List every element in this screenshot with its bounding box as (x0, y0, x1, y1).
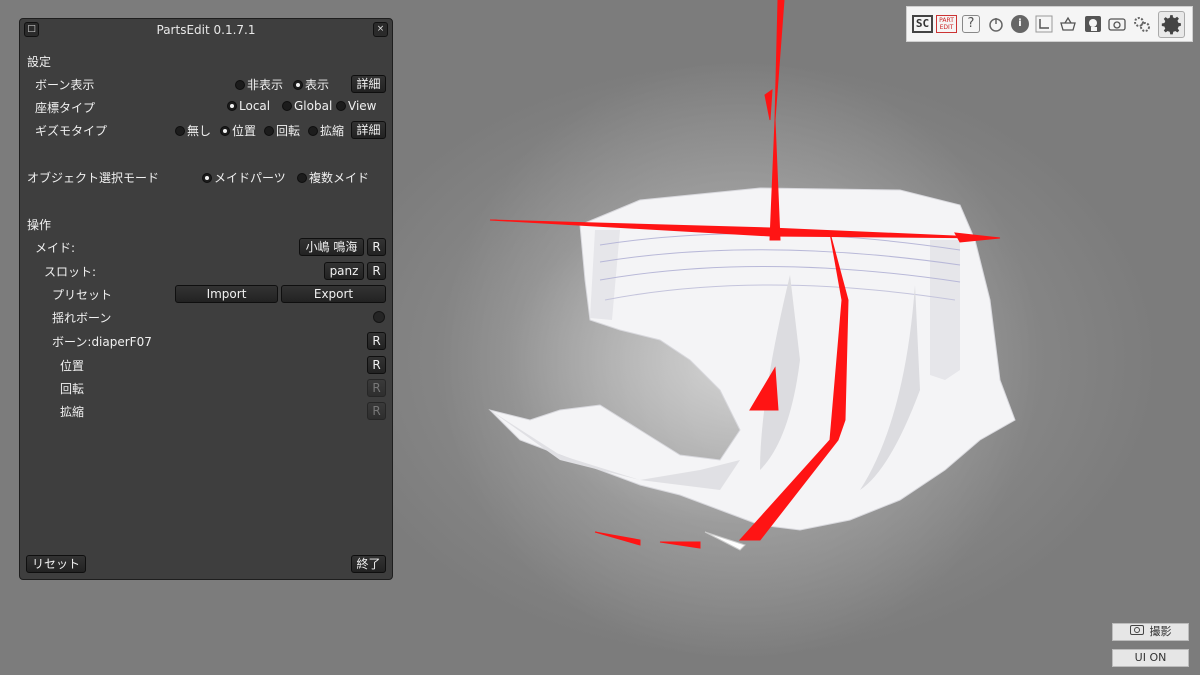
partsedit-window: □ PartsEdit 0.1.7.1 × 設定 ボーン表示 非表示 表示 詳細… (19, 18, 393, 580)
bone-reset-button[interactable]: R (367, 332, 386, 350)
top-toolbar: SC PART EDIT ? i (906, 6, 1193, 42)
maid-select-button[interactable]: 小嶋 鳴海 (299, 238, 364, 256)
radio-coord-local[interactable]: Local (227, 99, 270, 113)
bone-detail-button[interactable]: 詳細 (351, 75, 386, 93)
axis-icon[interactable] (1035, 15, 1053, 33)
window-titlebar[interactable]: □ PartsEdit 0.1.7.1 × (20, 19, 392, 41)
slot-label: スロット: (44, 265, 97, 279)
slot-reset-button[interactable]: R (367, 262, 386, 280)
import-button[interactable]: Import (175, 285, 278, 303)
bone-display-row: ボーン表示 非表示 表示 詳細 (20, 74, 392, 94)
gizmo-detail-button[interactable]: 詳細 (351, 121, 386, 139)
radio-bone-show[interactable]: 表示 (293, 76, 329, 93)
bone-label: ボーン:diaperF07 (52, 335, 152, 349)
scale-label: 拡縮 (60, 405, 85, 419)
position-label: 位置 (60, 359, 85, 373)
help-icon[interactable]: ? (962, 15, 980, 33)
maid-label: メイド: (35, 241, 76, 255)
rotation-row: 回転 R (20, 378, 392, 398)
window-title: PartsEdit 0.1.7.1 (156, 23, 256, 37)
exit-button[interactable]: 終了 (351, 555, 386, 573)
position-reset-button[interactable]: R (367, 356, 386, 374)
camera-frame-icon[interactable] (1084, 15, 1102, 33)
slot-select-button[interactable]: panz (324, 262, 364, 280)
object-select-row: オブジェクト選択モード メイドパーツ 複数メイド (20, 167, 392, 187)
camera-small-icon (1129, 624, 1144, 640)
scale-row: 拡縮 R (20, 401, 392, 421)
export-button[interactable]: Export (281, 285, 386, 303)
radio-coord-global[interactable]: Global (282, 99, 332, 113)
power-icon[interactable] (987, 15, 1005, 33)
coord-type-row: 座標タイプ Local Global View (20, 97, 392, 117)
gear-icon[interactable] (1158, 11, 1185, 38)
preset-label: プリセット (52, 288, 113, 302)
rotation-reset-button[interactable]: R (367, 379, 386, 397)
reset-all-button[interactable]: リセット (26, 555, 86, 573)
radio-gizmo-position[interactable]: 位置 (220, 122, 256, 139)
sc-icon[interactable]: SC (912, 15, 933, 33)
gizmo-type-row: ギズモタイプ 無し 位置 回転 拡縮 詳細 (20, 120, 392, 140)
position-row: 位置 R (20, 355, 392, 375)
radio-select-multi-maid[interactable]: 複数メイド (297, 169, 369, 186)
radio-gizmo-scale[interactable]: 拡縮 (308, 122, 344, 139)
gear-small-icon[interactable] (1133, 15, 1151, 33)
basket-icon[interactable] (1059, 15, 1077, 33)
radio-gizmo-rotation[interactable]: 回転 (264, 122, 300, 139)
part-edit-icon[interactable]: PART EDIT (936, 15, 957, 33)
sway-bone-toggle[interactable] (373, 311, 385, 323)
scale-reset-button[interactable]: R (367, 402, 386, 420)
ui-on-button[interactable]: UI ON (1112, 649, 1189, 667)
close-button[interactable]: × (373, 22, 388, 37)
preset-row: プリセット Import Export (20, 284, 392, 304)
maid-reset-button[interactable]: R (367, 238, 386, 256)
bone-display-label: ボーン表示 (35, 78, 95, 92)
radio-gizmo-none[interactable]: 無し (175, 122, 211, 139)
bone-row: ボーン:diaperF07 R (20, 331, 392, 351)
info-icon[interactable]: i (1011, 15, 1029, 33)
object-select-label: オブジェクト選択モード (27, 171, 160, 185)
radio-select-maid-parts[interactable]: メイドパーツ (202, 169, 286, 186)
camera-icon[interactable] (1108, 15, 1126, 33)
gizmo-type-label: ギズモタイプ (35, 124, 108, 138)
slot-row: スロット: panz R (20, 261, 392, 281)
rotation-label: 回転 (60, 382, 85, 396)
sway-bone-row: 揺れボーン (20, 307, 392, 327)
sway-bone-label: 揺れボーン (52, 311, 112, 325)
operations-heading: 操作 (27, 218, 52, 232)
radio-coord-view[interactable]: View (336, 99, 376, 113)
maid-row: メイド: 小嶋 鳴海 R (20, 237, 392, 257)
shoot-button[interactable]: 撮影 (1112, 623, 1189, 641)
settings-heading: 設定 (27, 55, 52, 69)
radio-bone-hide[interactable]: 非表示 (235, 76, 283, 93)
coord-type-label: 座標タイプ (35, 101, 96, 115)
